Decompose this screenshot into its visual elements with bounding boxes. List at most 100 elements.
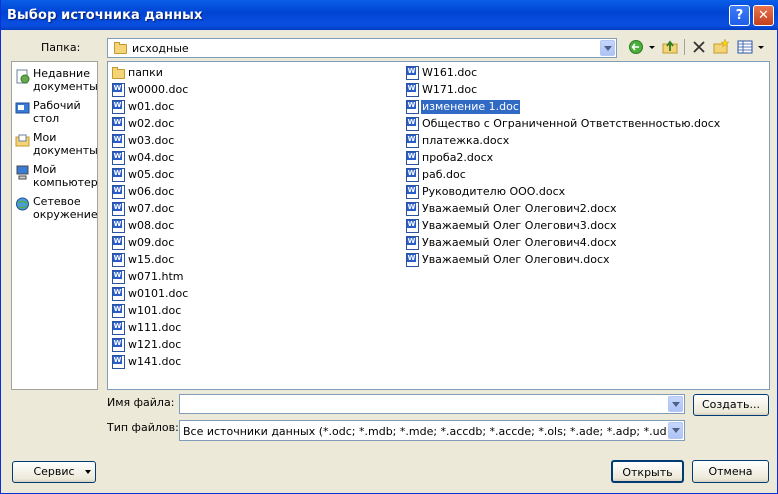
word-document-icon: [406, 219, 419, 233]
file-item[interactable]: Уважаемый Олег Олегович2.docx: [403, 201, 693, 217]
filename-combo[interactable]: [179, 394, 685, 414]
file-name: проба2.docx: [422, 151, 494, 164]
views-icon[interactable]: [736, 38, 754, 56]
word-document-icon: [112, 287, 125, 301]
create-button[interactable]: Создать...: [693, 394, 769, 416]
file-item[interactable]: w09.doc: [109, 235, 399, 251]
file-name: Общество с Ограниченной Ответственностью…: [422, 117, 721, 130]
filetype-combo[interactable]: Все источники данных (*.odc; *.mdb; *.md…: [179, 420, 685, 441]
place-recent-documents[interactable]: Недавние документы: [12, 66, 98, 98]
file-name: Уважаемый Олег Олегович4.docx: [422, 236, 617, 249]
chevron-down-icon[interactable]: [668, 422, 683, 439]
file-item[interactable]: Общество с Ограниченной Ответственностью…: [403, 116, 720, 132]
cancel-button[interactable]: Отмена: [692, 460, 769, 483]
place-label: Недавние документы: [33, 67, 98, 93]
word-document-icon: [112, 100, 125, 114]
lookin-value: исходные: [132, 42, 189, 55]
word-document-icon: [112, 202, 125, 216]
file-item[interactable]: w141.doc: [109, 354, 399, 370]
up-folder-icon[interactable]: [661, 38, 679, 56]
help-button[interactable]: ?: [729, 5, 750, 26]
new-folder-icon[interactable]: [712, 38, 730, 56]
word-document-icon: [406, 168, 419, 182]
file-item[interactable]: w01.doc: [109, 99, 399, 115]
toolbar-separator: [684, 39, 685, 55]
file-name: W161.doc: [422, 66, 478, 79]
file-name: W171.doc: [422, 83, 478, 96]
file-item[interactable]: проба2.docx: [403, 150, 693, 166]
file-item[interactable]: Уважаемый Олег Олегович4.docx: [403, 235, 693, 251]
open-button[interactable]: Открыть: [611, 460, 684, 483]
file-item[interactable]: w05.doc: [109, 167, 399, 183]
folder-icon: [112, 66, 125, 80]
word-document-icon: [112, 338, 125, 352]
back-icon[interactable]: [628, 38, 646, 56]
file-item[interactable]: w15.doc: [109, 252, 399, 268]
file-item[interactable]: w07.doc: [109, 201, 399, 217]
word-document-icon: [406, 83, 419, 97]
file-item[interactable]: Уважаемый Олег Олегович3.docx: [403, 218, 693, 234]
file-name: w03.doc: [128, 134, 175, 147]
place-desktop[interactable]: Рабочий стол: [12, 98, 97, 130]
recent-documents-icon: [16, 69, 30, 84]
file-item[interactable]: W161.doc: [403, 65, 693, 81]
close-button[interactable]: ✕: [753, 5, 774, 26]
file-name: w071.htm: [128, 270, 184, 283]
file-item[interactable]: платежка.docx: [403, 133, 693, 149]
place-label: Мой компьютер: [33, 163, 98, 189]
place-my-computer[interactable]: Мой компьютер: [12, 162, 98, 194]
title-bar[interactable]: Выбор источника данных ? ✕: [1, 0, 778, 30]
word-document-icon: [112, 253, 125, 267]
word-document-icon: [112, 83, 125, 97]
word-document-icon: [406, 253, 419, 267]
file-name: w0101.doc: [128, 287, 189, 300]
place-my-documents[interactable]: Мои документы: [12, 130, 98, 162]
word-document-icon: [406, 66, 419, 80]
word-document-icon: [112, 355, 125, 369]
place-network-places[interactable]: Сетевое окружение: [12, 194, 98, 226]
delete-icon[interactable]: [690, 38, 708, 56]
file-item[interactable]: w0101.doc: [109, 286, 399, 302]
file-item[interactable]: Уважаемый Олег Олегович.docx: [403, 252, 693, 268]
chevron-down-icon: [85, 470, 91, 474]
file-name: w04.doc: [128, 151, 175, 164]
word-document-icon: [406, 236, 419, 250]
file-item[interactable]: изменение 1.doc: [403, 99, 693, 115]
filetype-label: Тип файлов:: [107, 421, 179, 434]
file-name: w05.doc: [128, 168, 175, 181]
file-item[interactable]: w121.doc: [109, 337, 399, 353]
file-item[interactable]: w08.doc: [109, 218, 399, 234]
word-document-icon: [406, 202, 419, 216]
file-item[interactable]: w03.doc: [109, 133, 399, 149]
file-name: Уважаемый Олег Олегович.docx: [422, 253, 610, 266]
lookin-label: Папка:: [41, 41, 81, 54]
file-item[interactable]: Руководителю ООО.docx: [403, 184, 693, 200]
file-item[interactable]: раб.doc: [403, 167, 693, 183]
file-name: Уважаемый Олег Олегович2.docx: [422, 202, 617, 215]
back-dropdown-icon[interactable]: [646, 38, 658, 56]
word-document-icon: [112, 270, 125, 284]
file-item[interactable]: w101.doc: [109, 303, 399, 319]
word-document-icon: [406, 100, 419, 114]
word-document-icon: [112, 236, 125, 250]
file-item[interactable]: W171.doc: [403, 82, 693, 98]
views-dropdown-icon[interactable]: [755, 38, 767, 56]
word-document-icon: [112, 151, 125, 165]
service-button[interactable]: Сервис: [12, 461, 96, 483]
word-document-icon: [112, 134, 125, 148]
word-document-icon: [406, 117, 419, 131]
file-item[interactable]: w04.doc: [109, 150, 399, 166]
lookin-combo[interactable]: исходные: [107, 38, 617, 58]
file-name: Уважаемый Олег Олегович3.docx: [422, 219, 617, 232]
file-name: изменение 1.doc: [421, 100, 520, 114]
file-item[interactable]: w06.doc: [109, 184, 399, 200]
file-item[interactable]: w0000.doc: [109, 82, 399, 98]
file-item[interactable]: w111.doc: [109, 320, 399, 336]
chevron-down-icon[interactable]: [668, 396, 683, 412]
word-document-icon: [112, 304, 125, 318]
file-item[interactable]: w071.htm: [109, 269, 399, 285]
file-item[interactable]: w02.doc: [109, 116, 399, 132]
folder-item[interactable]: папки: [109, 65, 399, 81]
file-list[interactable]: папки w0000.doc w01.doc w02.doc w03.doc w04.d…: [107, 61, 770, 390]
chevron-down-icon[interactable]: [600, 40, 615, 56]
